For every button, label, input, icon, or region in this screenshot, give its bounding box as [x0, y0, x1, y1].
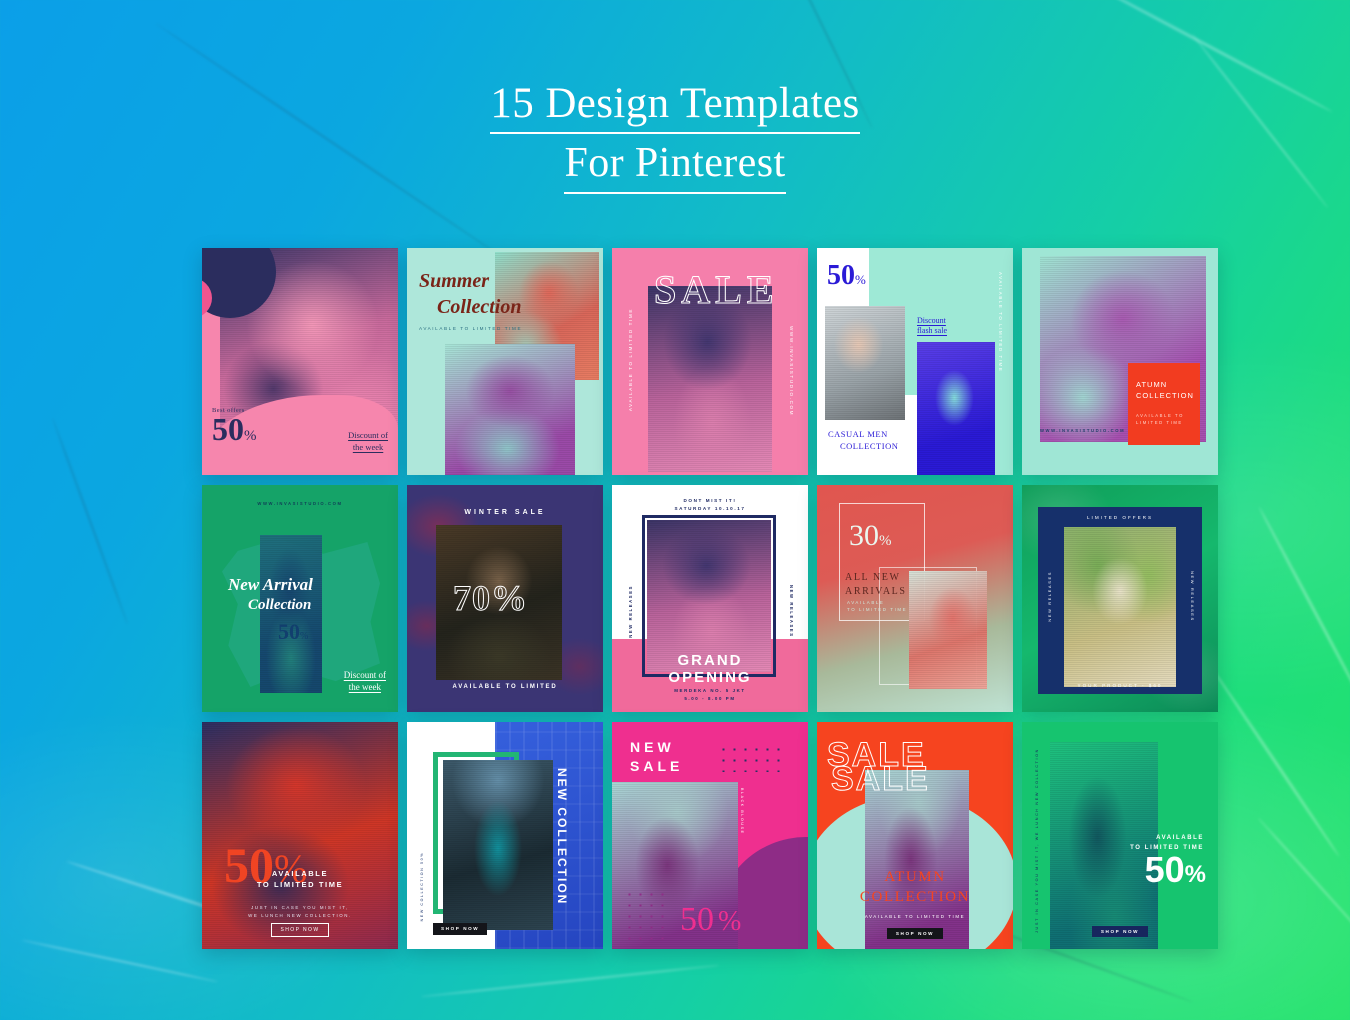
card15-percent: 50 — [1144, 849, 1185, 890]
template-card-1[interactable]: Best offers 50% Discount of the week — [202, 248, 398, 475]
card1-percent: 50 — [212, 411, 244, 447]
card8-left-vertical: NEW RELEASES — [628, 585, 633, 638]
template-grid: Best offers 50% Discount of the week Sum… — [202, 248, 1218, 949]
card1-percent-sign: % — [244, 428, 257, 444]
template-card-9[interactable]: 30% ALL NEW ARRIVALS AVAILABLE TO LIMITED … — [817, 485, 1013, 712]
card2-script-1: Summer — [419, 270, 490, 292]
card11-overlay: AVAILABLE TO LIMITED TIME — [256, 869, 344, 890]
dot-grid-top-icon — [718, 744, 788, 772]
card10-top: LIMITED OFFERS — [1086, 515, 1154, 520]
card13-vertical: BLACK BLOUSE — [740, 788, 744, 835]
card8-title: GRAND OPENING — [668, 651, 752, 686]
card4-right-vertical: AVAILABLE TO LIMITED TIME — [998, 272, 1003, 373]
card6-percent-sign: % — [300, 631, 309, 642]
card2-script-2: Collection — [437, 296, 522, 318]
card3-left-vertical: AVAILABLE TO LIMITED TIME — [628, 308, 633, 412]
template-card-4[interactable]: 50% Discount flash sale AVAILABLE TO LIMI… — [817, 248, 1013, 475]
dot-grid-bottom-icon — [624, 889, 668, 945]
template-card-11[interactable]: 50% AVAILABLE TO LIMITED TIME JUST IN CAS… — [202, 722, 398, 949]
card5-url: WWW.INVASISTUDIO.COM — [1040, 428, 1126, 433]
template-card-2[interactable]: Summer Collection AVAILABLE TO LIMITED T… — [407, 248, 603, 475]
card9-subtitle: AVAILABLE TO LIMITED TIME — [847, 600, 908, 613]
card5-title-2: COLLECTION — [1136, 391, 1194, 401]
title-line-1: 15 Design Templates — [490, 78, 860, 135]
card7-percent: 70% — [453, 578, 528, 619]
card13-percent: 50 — [680, 901, 714, 938]
card4-title: CASUAL MEN COLLECTION — [828, 429, 899, 452]
card9-percent: 30 — [849, 519, 879, 552]
card10-left-vertical: NEW RELEASES — [1047, 571, 1052, 622]
card14-outline-sale-2: SALE — [831, 760, 930, 799]
template-card-14[interactable]: SALE SALE ATUMN COLLECTION AVAILABLE TO L… — [817, 722, 1013, 949]
title-line-2: For Pinterest — [564, 138, 786, 194]
template-card-13[interactable]: NEW SALE 50% BLACK BLOUSE — [612, 722, 808, 949]
card14-subtitle: AVAILABLE TO LIMITED TIME — [864, 914, 966, 919]
card6-url: WWW.INVASISTUDIO.COM — [257, 501, 343, 506]
card8-top: DONT MIST IT! SATURDAY 10.10.17 — [674, 498, 746, 511]
template-card-8[interactable]: DONT MIST IT! SATURDAY 10.10.17 NEW RELEA… — [612, 485, 808, 712]
card4-percent-sign: % — [855, 272, 866, 287]
card6-cta[interactable]: Discount of the week — [344, 669, 386, 694]
card1-cta[interactable]: Discount of the week — [348, 430, 388, 453]
card10-right-vertical: NEW RELEASES — [1190, 571, 1195, 622]
card9-title: ALL NEW ARRIVALS — [845, 572, 907, 597]
card2-subtitle: AVAILABLE TO LIMITED TIME — [419, 326, 523, 331]
card3-headline: SALE — [654, 267, 779, 313]
card8-right-vertical: NEW RELEASES — [789, 585, 794, 638]
card6-script-1: New Arrival — [228, 575, 313, 594]
card9-percent-sign: % — [879, 533, 892, 549]
card7-eyebrow: WINTER SALE — [464, 509, 546, 516]
template-card-7[interactable]: WINTER SALE 70% AVAILABLE TO LIMITED — [407, 485, 603, 712]
card11-shop-now-button[interactable]: SHOP NOW — [270, 923, 330, 937]
page-title: 15 Design Templates For Pinterest — [0, 78, 1350, 194]
template-card-6[interactable]: WWW.INVASISTUDIO.COM New Arrival Collect… — [202, 485, 398, 712]
card14-shop-now-button[interactable]: SHOP NOW — [886, 928, 944, 939]
card14-title: ATUMN COLLECTION — [859, 869, 971, 905]
card13-percent-sign: % — [718, 906, 742, 937]
template-card-15[interactable]: JUST IN CASE YOU MIST IT, WE LUNCH NEW C… — [1022, 722, 1218, 949]
card12-side-vertical: NEW COLLECTION 50% — [420, 851, 424, 921]
card3-right-vertical: WWW.INVASISTUDIO.COM — [789, 326, 794, 417]
card10-bottom: YOUR PRODUCT - $60 — [1077, 683, 1163, 688]
template-card-12[interactable]: NEW COLLECTION NEW COLLECTION 50% SHOP N… — [407, 722, 603, 949]
card15-percent-sign: % — [1184, 861, 1206, 888]
template-card-5[interactable]: ATUMN COLLECTION AVAILABLE TO LIMITED TIME… — [1022, 248, 1218, 475]
card15-shop-now-button[interactable]: SHOP NOW — [1091, 926, 1149, 937]
card4-discount[interactable]: Discount flash sale — [917, 316, 947, 337]
card7-footer: AVAILABLE TO LIMITED — [452, 684, 558, 690]
card12-shop-now-button[interactable]: SHOP NOW — [441, 926, 479, 931]
card11-footer: JUST IN CASE YOU MIST IT, WE LUNCH NEW CO… — [248, 905, 352, 918]
card12-vertical-title: NEW COLLECTION — [555, 768, 569, 906]
card4-percent: 50 — [827, 260, 855, 291]
card13-title: NEW SALE — [630, 739, 684, 774]
card15-vertical: JUST IN CASE YOU MIST IT, WE LUNCH NEW C… — [1035, 748, 1039, 933]
card6-script-2: Collection — [248, 597, 312, 613]
template-card-10[interactable]: LIMITED OFFERS NEW RELEASES NEW RELEASES… — [1022, 485, 1218, 712]
card5-title-1: ATUMN — [1136, 380, 1168, 389]
template-card-3[interactable]: SALE AVAILABLE TO LIMITED TIME WWW.INVAS… — [612, 248, 808, 475]
card8-address: MERDEKA NO. 5 JKT 5.00 - 8.00 PM — [674, 688, 746, 701]
card6-percent: 50 — [278, 619, 300, 644]
